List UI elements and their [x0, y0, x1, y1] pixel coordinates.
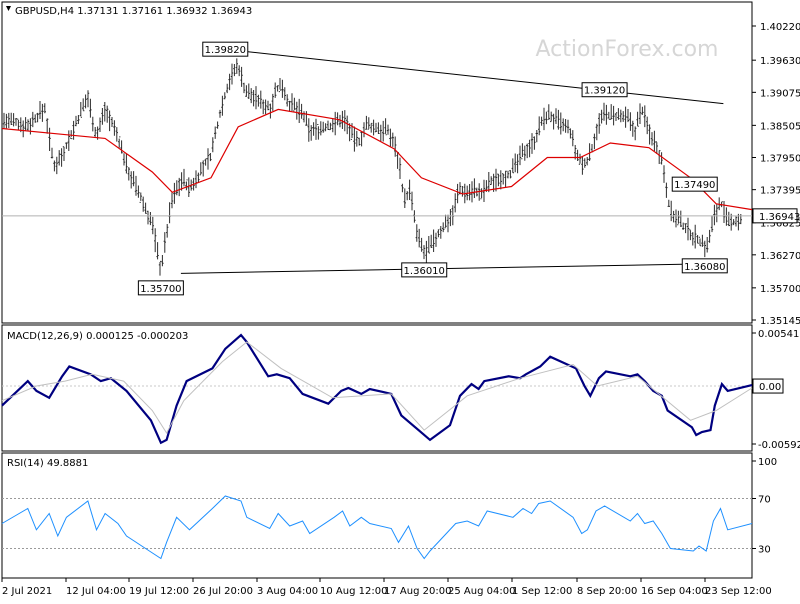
time-axis-label: 16 Sep 04:00: [641, 586, 708, 597]
price-axis-label: 1.37950: [760, 154, 800, 165]
last-price-label: 1.36943: [759, 212, 800, 223]
time-axis-label: 17 Aug 20:00: [384, 586, 451, 597]
macd-header: MACD(12,26,9) 0.000125 -0.000203: [7, 331, 188, 342]
gbpusd-chart: ActionForex.com 1.40220 1.39630 1.39075 1.38…: [0, 0, 800, 600]
price-label: 1.36080: [684, 262, 725, 273]
time-axis-label: 3 Aug 04:00: [257, 586, 318, 597]
price-axis-label: 1.36270: [760, 251, 800, 262]
price-label: 1.35700: [140, 284, 181, 295]
time-axis-label: 12 Jul 04:00: [66, 586, 126, 597]
rsi-axis-label: 100: [758, 457, 777, 468]
price-axis-label: 1.39075: [760, 88, 800, 99]
time-axis-label: 19 Jul 12:00: [129, 586, 189, 597]
price-label: 1.39120: [584, 86, 625, 97]
rsi-axis-label: 70: [758, 495, 771, 506]
price-axis-label: 1.39630: [760, 56, 800, 67]
rsi-header: RSI(14) 49.8881: [7, 458, 88, 469]
price-axis-label: 1.37395: [760, 186, 800, 197]
rsi-axis-label: 30: [758, 545, 771, 556]
price-axis-label: 1.40220: [760, 22, 800, 33]
time-axis-label: 25 Aug 04:00: [448, 586, 515, 597]
time-axis-label: 10 Aug 12:00: [320, 586, 387, 597]
macd-current-value: 0.00: [759, 382, 781, 393]
main-header: GBPUSD,H4 1.37131 1.37161 1.36932 1.3694…: [15, 6, 252, 17]
price-label: 1.37490: [674, 180, 715, 191]
macd-axis-label: -0.005921: [758, 440, 800, 451]
time-axis-label: 26 Jul 20:00: [193, 586, 253, 597]
time-axis-label: 2 Jul 2021: [2, 586, 52, 597]
price-axis-label: 1.35145: [760, 316, 800, 327]
chart-canvas: ActionForex.com 1.40220 1.39630 1.39075 1.38…: [1, 1, 800, 597]
time-axis-label: 8 Sep 20:00: [577, 586, 637, 597]
price-axis-label: 1.38505: [760, 121, 800, 132]
time-axis-label: 23 Sep 12:00: [705, 586, 772, 597]
price-axis-label: 1.35700: [760, 284, 800, 295]
watermark: ActionForex.com: [536, 37, 719, 62]
macd-pane-frame: [1, 324, 753, 452]
time-axis-label: 1 Sep 12:00: [512, 586, 572, 597]
price-label: 1.36010: [404, 266, 445, 277]
macd-axis-label: 0.005419: [758, 329, 800, 340]
price-label: 1.39820: [205, 45, 246, 56]
